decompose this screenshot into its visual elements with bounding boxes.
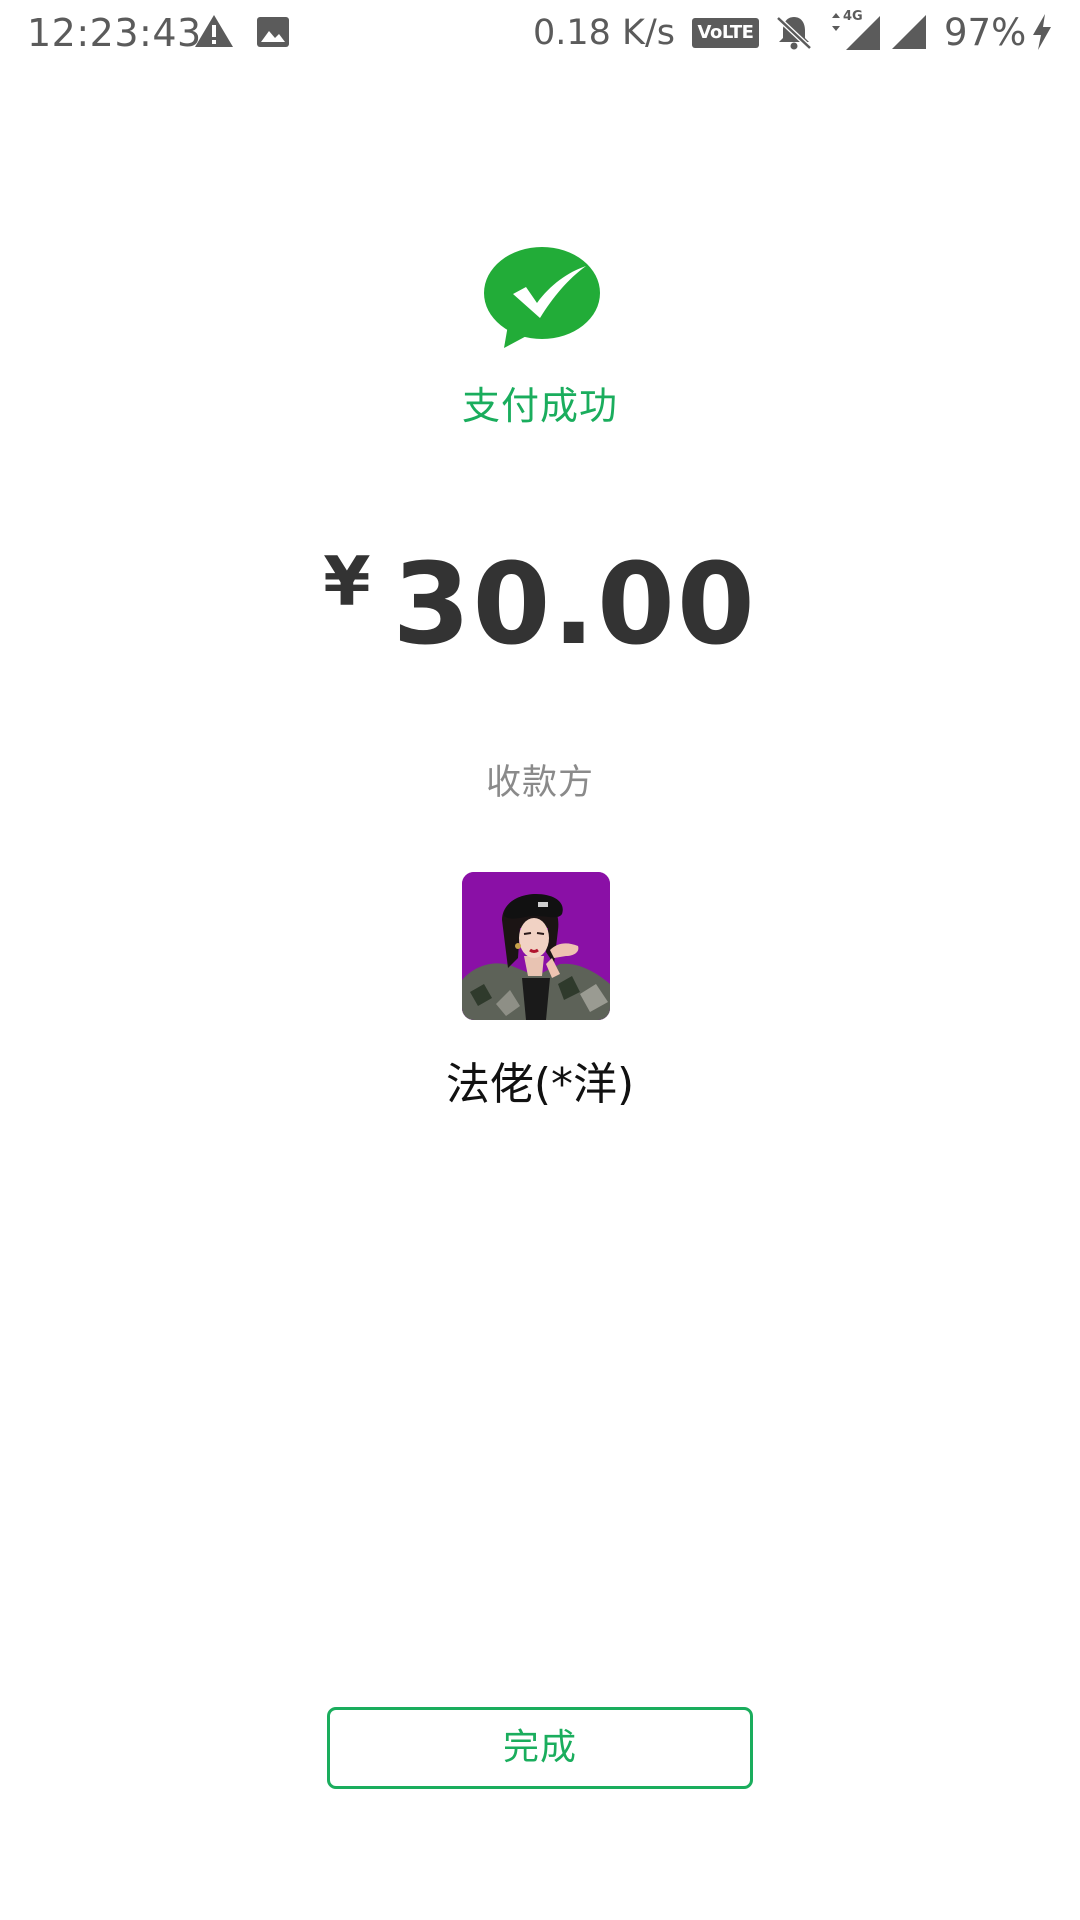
charging-icon <box>1033 14 1051 50</box>
warning-icon <box>195 15 233 47</box>
payee-label: 收款方 <box>485 763 594 803</box>
status-time: 12:23:43 <box>27 11 202 55</box>
volte-icon: VoLTE <box>692 18 759 48</box>
payee-name: 法佬(*洋) <box>445 1059 635 1110</box>
signal-icon <box>892 15 926 49</box>
battery-percent: 97% <box>944 11 1027 54</box>
status-bar: 12:23:43 0.18 K/s VoLTE 4G 97% <box>0 0 1080 66</box>
payment-status-text: 支付成功 <box>461 384 618 428</box>
wechat-pay-success-icon <box>484 247 600 348</box>
payee-avatar <box>462 872 610 1020</box>
done-button[interactable]: 完成 <box>327 1707 753 1789</box>
bell-off-icon <box>776 16 812 50</box>
image-icon <box>257 17 289 47</box>
network-type-label: 4G <box>843 9 863 24</box>
network-speed: 0.18 K/s <box>533 13 676 53</box>
avatar-portrait-image <box>462 872 610 1020</box>
currency-symbol: ¥ <box>323 543 371 622</box>
amount-value: 30.00 <box>392 540 757 670</box>
payment-amount: ¥30.00 <box>0 540 1080 670</box>
